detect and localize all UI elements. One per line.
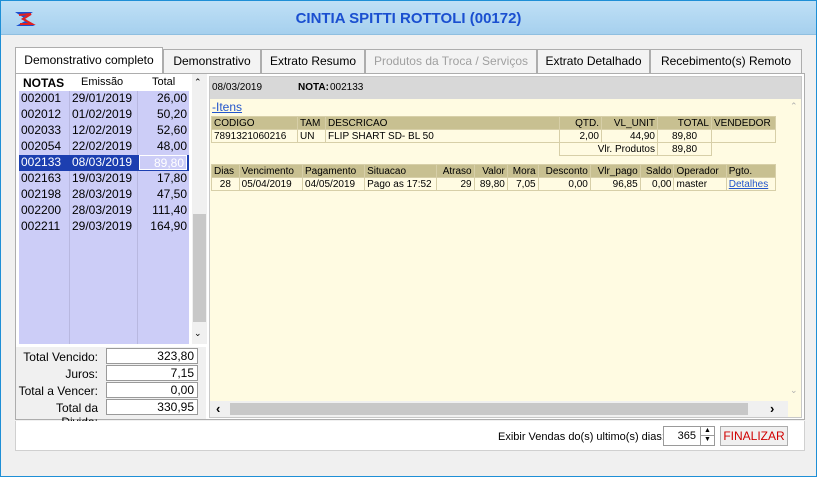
items-table: CODIGO TAM DESCRICAO QTD. VL_UNIT TOTAL …: [211, 116, 776, 156]
total-divida-field[interactable]: 330,95: [106, 399, 198, 415]
table-row[interactable]: 002012 01/02/2019 50,20: [19, 107, 189, 123]
totals-box: Total Vencido: 323,80 Juros: 7,15 Total …: [16, 347, 206, 429]
finalizar-button[interactable]: FINALIZAR: [720, 426, 788, 446]
scroll-left-icon[interactable]: ‹: [216, 401, 220, 416]
table-row[interactable]: 002211 29/03/2019 164,90: [19, 219, 189, 235]
footer-bar: Exibir Vendas do(s) ultimo(s) dias: 365 …: [15, 421, 805, 451]
tab-panel: NOTAS Emissão Total 002001 29/01/2019 26,0…: [15, 73, 805, 429]
table-row[interactable]: 7891321060216 UN FLIP SHART SD- BL 50 2,…: [211, 129, 776, 143]
spin-down-icon[interactable]: ▼: [701, 436, 714, 445]
days-label: Exibir Vendas do(s) ultimo(s) dias:: [498, 431, 665, 443]
scroll-right-icon[interactable]: ›: [770, 401, 774, 416]
detalhes-link[interactable]: Detalhes: [725, 177, 777, 191]
tab-produtos-troca: Produtos da Troca / Serviços: [365, 49, 537, 73]
tab-extrato-resumo[interactable]: Extrato Resumo: [261, 49, 365, 73]
scrollbar-thumb[interactable]: [193, 214, 206, 322]
days-value[interactable]: 365: [666, 430, 696, 442]
col-emissao: Emissão: [81, 76, 124, 88]
table-row[interactable]: 002033 12/02/2019 52,60: [19, 123, 189, 139]
juros-field[interactable]: 7,15: [106, 365, 198, 381]
notes-scrollbar[interactable]: ⌃ ⌄: [192, 74, 207, 344]
total-a-vencer-field[interactable]: 0,00: [106, 382, 198, 398]
detail-panel: 08/03/2019 NOTA: 002133 -Itens CODIGO TA…: [209, 76, 802, 418]
itens-link[interactable]: -Itens: [212, 100, 242, 114]
days-spinner[interactable]: 365 ▲ ▼: [663, 426, 715, 446]
window-title: CINTIA SPITTI ROTTOLI (00172): [295, 10, 522, 27]
col-notas: NOTAS: [23, 76, 65, 90]
table-row[interactable]: 002054 22/02/2019 48,00: [19, 139, 189, 155]
table-row[interactable]: 28 05/04/2019 04/05/2019 Pago as 17:52 2…: [211, 177, 777, 191]
main-window: CINTIA SPITTI ROTTOLI (00172) Demonstrat…: [0, 0, 817, 477]
detail-vscrollbar[interactable]: ⌃ ⌄: [788, 99, 801, 401]
detail-header: 08/03/2019 NOTA: 002133: [210, 77, 801, 99]
table-row[interactable]: 002200 28/03/2019 111,40: [19, 203, 189, 219]
table-row[interactable]: 002163 19/03/2019 17,80: [19, 171, 189, 187]
notes-grid[interactable]: NOTAS Emissão Total 002001 29/01/2019 26,0…: [19, 74, 207, 344]
tab-demonstrativo[interactable]: Demonstrativo: [163, 49, 261, 73]
table-row-selected[interactable]: 002133 08/03/2019 89,80: [19, 155, 189, 171]
table-row[interactable]: 002198 28/03/2019 47,50: [19, 187, 189, 203]
table-row[interactable]: 002001 29/01/2019 26,00: [19, 91, 189, 107]
tab-demonstrativo-completo[interactable]: Demonstrativo completo: [15, 47, 163, 75]
scroll-up-icon[interactable]: ⌃: [194, 77, 202, 88]
scroll-down-icon[interactable]: ⌄: [194, 328, 202, 339]
notes-grid-header: NOTAS Emissão Total: [19, 75, 206, 91]
col-total: Total: [152, 76, 176, 88]
tab-recebimento-remoto[interactable]: Recebimento(s) Remoto: [650, 49, 802, 73]
scrollbar-thumb[interactable]: [230, 403, 748, 415]
scroll-up-icon[interactable]: ⌃: [790, 101, 798, 112]
spin-up-icon[interactable]: ▲: [701, 427, 714, 436]
scroll-down-icon[interactable]: ⌄: [790, 385, 798, 396]
title-bar: CINTIA SPITTI ROTTOLI (00172): [1, 1, 816, 35]
tab-extrato-detalhado[interactable]: Extrato Detalhado: [537, 49, 650, 73]
payments-table: Dias Vencimento Pagamento Situacao Atras…: [211, 164, 777, 191]
total-vencido-field[interactable]: 323,80: [106, 348, 198, 364]
detail-hscrollbar[interactable]: ‹ ›: [210, 401, 788, 417]
